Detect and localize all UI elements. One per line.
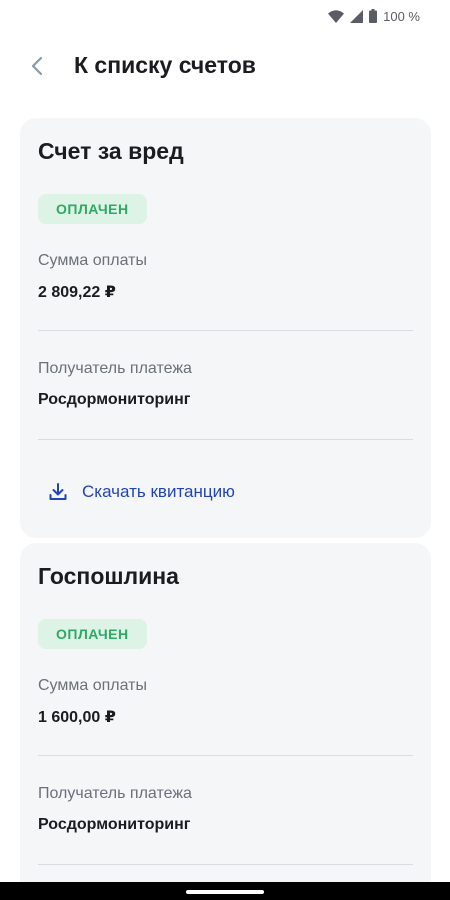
wifi-icon <box>328 9 345 23</box>
download-receipt-link[interactable]: Скачать квитанцию <box>48 482 235 502</box>
status-badge: ОПЛАЧЕН <box>38 194 147 224</box>
chevron-left-icon <box>31 56 43 76</box>
battery-percentage: 100 % <box>383 8 420 24</box>
recipient-label: Получатель платежа <box>38 785 192 802</box>
recipient-value: Росдормониторинг <box>38 391 191 408</box>
divider <box>38 755 413 756</box>
download-receipt-label: Скачать квитанцию <box>82 482 235 501</box>
recipient-label: Получатель платежа <box>38 360 192 377</box>
system-navigation-bar <box>0 882 450 900</box>
amount-value: 2 809,22 ₽ <box>38 284 116 301</box>
back-button[interactable] <box>22 51 52 81</box>
invoice-card: Госпошлина ОПЛАЧЕН Сумма оплаты 1 600,00… <box>20 543 431 900</box>
invoice-title: Счет за вред <box>38 138 184 164</box>
status-badge: ОПЛАЧЕН <box>38 619 147 649</box>
invoice-title: Госпошлина <box>38 563 179 589</box>
divider <box>38 864 413 865</box>
amount-value: 1 600,00 ₽ <box>38 709 116 726</box>
status-bar: 100 % <box>0 0 450 32</box>
recipient-value: Росдормониторинг <box>38 816 191 833</box>
download-icon <box>49 483 67 500</box>
battery-icon <box>369 9 378 23</box>
amount-label: Сумма оплаты <box>38 252 147 269</box>
divider <box>38 439 413 440</box>
home-gesture-handle[interactable] <box>186 890 264 894</box>
signal-icon <box>350 9 364 23</box>
header: К списку счетов <box>0 40 450 92</box>
page-title[interactable]: К списку счетов <box>74 52 256 79</box>
amount-label: Сумма оплаты <box>38 677 147 694</box>
invoice-card: Счет за вред ОПЛАЧЕН Сумма оплаты 2 809,… <box>20 118 431 538</box>
divider <box>38 330 413 331</box>
